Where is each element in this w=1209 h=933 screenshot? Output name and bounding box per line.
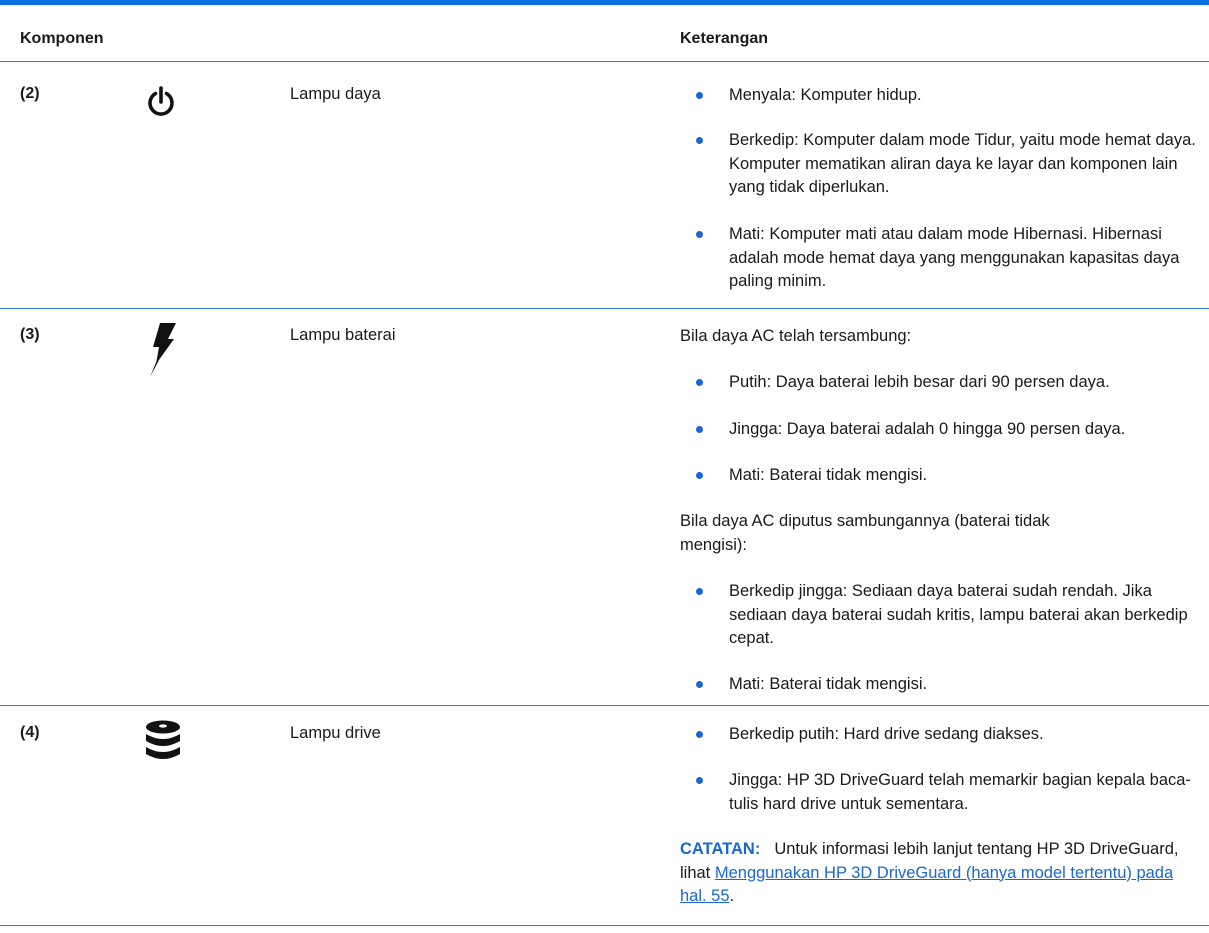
power-icon: [146, 86, 176, 123]
bullet-icon: [696, 472, 703, 479]
row-number: (2): [20, 85, 40, 102]
paragraph: Bila daya AC diputus sambungannya (bater…: [680, 512, 1050, 554]
bullet-icon: [696, 681, 703, 688]
bullet-icon: [696, 231, 703, 238]
header-component: Komponen: [20, 30, 104, 47]
bullet-icon: [696, 379, 703, 386]
row-number: (3): [20, 326, 40, 343]
note-end: .: [729, 887, 735, 905]
row-rule: [0, 705, 1209, 706]
bullet-icon: [696, 426, 703, 433]
header-description: Keterangan: [680, 30, 769, 47]
bullet-icon: [696, 92, 703, 99]
top-rule: [0, 0, 1209, 5]
bullet-icon: [696, 777, 703, 784]
header-rule: [0, 61, 1209, 62]
note-label: CATATAN:: [680, 840, 761, 858]
battery-lightning-icon: [146, 322, 178, 383]
bullet-icon: [696, 588, 703, 595]
component-name: Lampu baterai: [290, 326, 396, 344]
row-rule: [0, 308, 1209, 309]
paragraph: Bila daya AC telah tersambung:: [680, 327, 912, 345]
bullet-icon: [696, 731, 703, 738]
row-number: (4): [20, 724, 40, 741]
component-name: Lampu daya: [290, 85, 381, 103]
bullet-icon: [696, 137, 703, 144]
component-name: Lampu drive: [290, 724, 381, 742]
drive-icon: [143, 720, 183, 767]
note: CATATAN: Untuk informasi lebih lanjut ten…: [680, 838, 1190, 909]
driveguard-link[interactable]: Menggunakan HP 3D DriveGuard (hanya mode…: [680, 864, 1173, 906]
bottom-rule: [0, 925, 1209, 926]
